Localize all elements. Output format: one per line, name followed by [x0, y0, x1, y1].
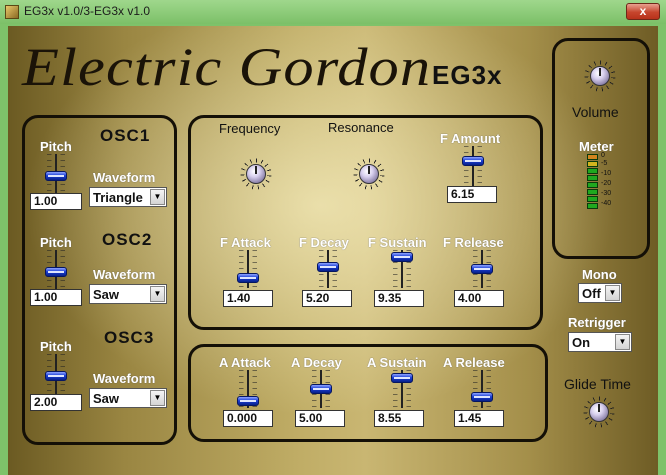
- f-attack-slider[interactable]: [236, 250, 260, 288]
- volume-label: Volume: [572, 104, 619, 120]
- dropdown-arrow-icon[interactable]: ▼: [615, 334, 630, 350]
- a-sustain-label: A Sustain: [367, 355, 427, 370]
- meter-tick: -30: [601, 190, 612, 197]
- f-decay-value[interactable]: 5.20: [302, 290, 352, 307]
- osc1-waveform-select[interactable]: Triangle ▼: [89, 187, 167, 207]
- f-sustain-slider[interactable]: [390, 250, 414, 288]
- glide-time-label: Glide Time: [564, 376, 631, 392]
- osc1-title: OSC1: [100, 126, 151, 145]
- window-title: EG3x v1.0/3-EG3x v1.0: [24, 4, 151, 18]
- dropdown-arrow-icon[interactable]: ▼: [150, 286, 165, 302]
- volume-knob[interactable]: [584, 60, 616, 92]
- f-sustain-label: F Sustain: [368, 235, 427, 250]
- dropdown-arrow-icon[interactable]: ▼: [150, 189, 165, 205]
- meter-tick: -10: [601, 170, 612, 177]
- osc2-waveform-select[interactable]: Saw ▼: [89, 284, 167, 304]
- app-icon: [5, 5, 19, 19]
- osc3-title: OSC3: [104, 328, 155, 347]
- level-meter: [587, 154, 598, 209]
- f-decay-slider[interactable]: [316, 250, 340, 288]
- resonance-label: Resonance: [328, 120, 394, 135]
- f-release-value[interactable]: 4.00: [454, 290, 504, 307]
- osc1-waveform-value: Triangle: [93, 190, 143, 205]
- meter-tick: -40: [601, 200, 612, 207]
- f-release-slider[interactable]: [470, 250, 494, 288]
- a-release-label: A Release: [443, 355, 505, 370]
- a-decay-label: A Decay: [291, 355, 342, 370]
- osc3-pitch-value[interactable]: 2.00: [30, 394, 82, 411]
- slider-thumb[interactable]: [471, 392, 493, 402]
- a-sustain-value[interactable]: 8.55: [374, 410, 424, 427]
- f-amount-value[interactable]: 6.15: [447, 186, 497, 203]
- frequency-knob[interactable]: [240, 158, 272, 190]
- retrigger-select[interactable]: On ▼: [568, 332, 632, 352]
- slider-thumb[interactable]: [317, 262, 339, 272]
- osc3-waveform-label: Waveform: [93, 371, 156, 386]
- meter-scale: 0 -5 -10 -20 -30 -40: [601, 152, 611, 208]
- osc3-waveform-value: Saw: [93, 391, 120, 406]
- glide-time-knob[interactable]: [583, 396, 615, 428]
- retrigger-value: On: [572, 335, 591, 350]
- meter-tick: 0: [601, 152, 605, 159]
- slider-thumb[interactable]: [391, 252, 413, 262]
- a-decay-slider[interactable]: [309, 370, 333, 408]
- a-attack-value[interactable]: 0.000: [223, 410, 273, 427]
- osc2-pitch-value[interactable]: 1.00: [30, 289, 82, 306]
- osc3-pitch-label: Pitch: [40, 339, 72, 354]
- osc3-waveform-select[interactable]: Saw ▼: [89, 388, 167, 408]
- f-attack-label: F Attack: [220, 235, 271, 250]
- a-decay-value[interactable]: 5.00: [295, 410, 345, 427]
- slider-thumb[interactable]: [471, 264, 493, 274]
- frequency-label: Frequency: [219, 121, 281, 136]
- a-release-slider[interactable]: [470, 370, 494, 408]
- a-attack-slider[interactable]: [236, 370, 260, 408]
- mono-value: Off: [582, 286, 601, 301]
- osc1-pitch-label: Pitch: [40, 139, 72, 154]
- slider-thumb[interactable]: [391, 373, 413, 383]
- slider-thumb[interactable]: [237, 396, 259, 406]
- slider-thumb[interactable]: [310, 384, 332, 394]
- slider-thumb[interactable]: [45, 171, 67, 181]
- osc2-pitch-label: Pitch: [40, 235, 72, 250]
- osc1-pitch-value[interactable]: 1.00: [30, 193, 82, 210]
- a-release-value[interactable]: 1.45: [454, 410, 504, 427]
- osc2-waveform-value: Saw: [93, 287, 120, 302]
- mono-select[interactable]: Off ▼: [578, 283, 622, 303]
- meter-tick: -20: [601, 180, 612, 187]
- f-amount-label: F Amount: [440, 131, 501, 146]
- model-name: EG3x: [432, 60, 503, 90]
- osc1-waveform-label: Waveform: [93, 170, 156, 185]
- resonance-knob[interactable]: [353, 158, 385, 190]
- f-sustain-value[interactable]: 9.35: [374, 290, 424, 307]
- slider-thumb[interactable]: [45, 371, 67, 381]
- mono-label: Mono: [582, 267, 617, 282]
- f-amount-slider[interactable]: [461, 146, 485, 186]
- slider-thumb[interactable]: [45, 267, 67, 277]
- meter-tick: -5: [601, 160, 608, 167]
- slider-thumb[interactable]: [237, 273, 259, 283]
- logo: Electric Gordon: [22, 37, 432, 97]
- close-button[interactable]: x: [626, 3, 660, 20]
- f-release-label: F Release: [443, 235, 504, 250]
- dropdown-arrow-icon[interactable]: ▼: [605, 285, 620, 301]
- a-sustain-slider[interactable]: [390, 370, 414, 408]
- f-decay-label: F Decay: [299, 235, 349, 250]
- a-attack-label: A Attack: [219, 355, 271, 370]
- osc2-title: OSC2: [102, 230, 153, 249]
- slider-thumb[interactable]: [462, 156, 484, 166]
- dropdown-arrow-icon[interactable]: ▼: [150, 390, 165, 406]
- retrigger-label: Retrigger: [568, 315, 626, 330]
- f-attack-value[interactable]: 1.40: [223, 290, 273, 307]
- osc2-waveform-label: Waveform: [93, 267, 156, 282]
